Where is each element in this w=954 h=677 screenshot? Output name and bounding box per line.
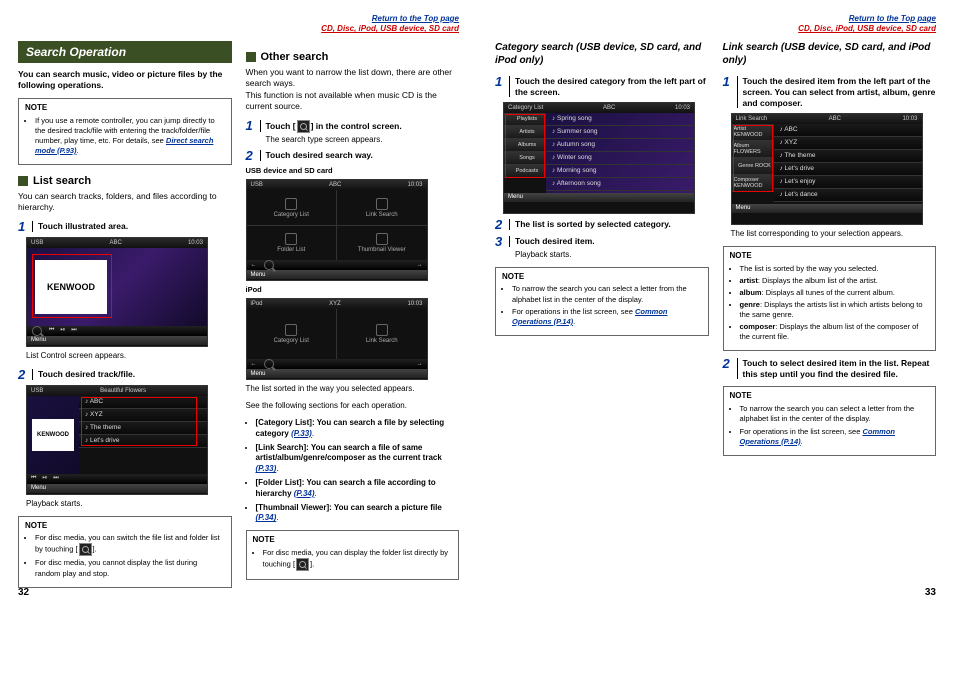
step-2: 2 The list is sorted by selected categor… (495, 218, 709, 231)
list-item: ♪ Winter song (546, 152, 694, 165)
note-item: To narrow the search you can select a le… (740, 404, 930, 424)
grid-cell: Thumbnail Viewer (337, 226, 427, 261)
page-32: Return to the Top page CD, Disc, iPod, U… (0, 0, 477, 604)
col-3: Category search (USB device, SD card, an… (495, 41, 709, 462)
caption: The list sorted in the way you selected … (246, 384, 460, 395)
step-1: 1 Touch the desired category from the le… (495, 75, 709, 98)
grid-cell: Link Search (337, 190, 427, 225)
return-link[interactable]: Return to the Top page (849, 14, 936, 23)
page-spread: Return to the Top page CD, Disc, iPod, U… (0, 0, 954, 604)
list-item: ♪ Let's enjoy (774, 176, 922, 189)
square-icon (18, 176, 28, 186)
note-item: If you use a remote controller, you can … (35, 116, 225, 157)
breadcrumb-link[interactable]: CD, Disc, iPod, USB device, SD card (321, 24, 459, 33)
note-box: NOTE If you use a remote controller, you… (18, 98, 232, 165)
screenshot-category: Category ListABC10:03 Playlists Artists … (503, 102, 695, 214)
caption: Playback starts. (26, 499, 232, 510)
list-search-heading: List search (18, 175, 232, 187)
section-title: Search Operation (18, 41, 232, 63)
page-header-left: Return to the Top page CD, Disc, iPod, U… (18, 14, 459, 35)
screenshot-list-1: USBABC10:03 KENWOOD ⏮⏯⏭ Menu (26, 237, 208, 347)
breadcrumb-link[interactable]: CD, Disc, iPod, USB device, SD card (798, 24, 936, 33)
list-item: ♪ Autumn song (546, 139, 694, 152)
step-2: 2 Touch desired track/file. (18, 368, 232, 381)
note-box: NOTE The list is sorted by the way you s… (723, 246, 937, 352)
screenshot-usb: USBABC10:03 Category List Link Search Fo… (246, 179, 428, 281)
page-link[interactable]: (P.33) (256, 464, 277, 473)
caption: See the following sections for each oper… (246, 401, 460, 412)
step-3: 3 Touch desired item. (495, 235, 709, 248)
page-33: Return to the Top page CD, Disc, iPod, U… (477, 0, 954, 604)
note-item: artist: Displays the album list of the a… (740, 276, 930, 286)
col-4: Link search (USB device, SD card, and iP… (723, 41, 937, 462)
step-sub: The search type screen appears. (266, 135, 460, 146)
page-link[interactable]: (P.34) (256, 513, 277, 522)
link-search-heading: Link search (USB device, SD card, and iP… (723, 41, 937, 67)
note-item: album: Displays all tunes of the current… (740, 288, 930, 298)
step-sub: Playback starts. (515, 250, 709, 261)
caption: The list corresponding to your selection… (731, 229, 937, 240)
list-search-desc: You can search tracks, folders, and file… (18, 191, 232, 214)
note-item: composer: Displays the album list of the… (740, 322, 930, 342)
search-icon (297, 120, 310, 133)
step-2: 2 Touch to select desired item in the li… (723, 357, 937, 380)
list-item: ♪ Morning song (546, 165, 694, 178)
category-search-heading: Category search (USB device, SD card, an… (495, 41, 709, 67)
menu-bar: Menu (27, 336, 207, 345)
note-item: The list is sorted by the way you select… (740, 264, 930, 274)
screenshot-link: Link SearchABC10:03 Artist KENWOOD Album… (731, 113, 923, 225)
ipod-label: iPod (246, 285, 460, 294)
list-item: ♪ Let's dance (774, 189, 922, 202)
page-link[interactable]: (P.34) (294, 489, 315, 498)
screenshot-list-2: USBBeautiful Flowers KENWOOD ♪ ABC ♪ XYZ… (26, 385, 208, 495)
list-item: ♪ ABC (774, 124, 922, 137)
caption: List Control screen appears. (26, 351, 232, 362)
note-box: NOTE To narrow the search you can select… (723, 386, 937, 455)
note-item: For operations in the list screen, see C… (740, 427, 930, 447)
page-number: 33 (925, 587, 936, 598)
col-1: Search Operation You can search music, v… (18, 41, 232, 594)
usb-label: USB device and SD card (246, 166, 460, 175)
page-header-right: Return to the Top page CD, Disc, iPod, U… (495, 14, 936, 35)
note-item: For operations in the list screen, see C… (512, 307, 702, 327)
note-item: genre: Displays the artists list in whic… (740, 300, 930, 320)
grid-cell: Link Search (337, 309, 427, 359)
search-icon (296, 558, 309, 571)
intro-text: You can search music, video or picture f… (18, 69, 232, 92)
other-desc: When you want to narrow the list down, t… (246, 67, 460, 113)
note-item: For disc media, you can display the fold… (263, 548, 453, 571)
list-item: ♪ Afternoon song (546, 178, 694, 191)
col-2: Other search When you want to narrow the… (246, 41, 460, 594)
note-box: NOTE For disc media, you can switch the … (18, 516, 232, 588)
grid-cell: Folder List (247, 226, 337, 261)
grid-cell: Category List (247, 309, 337, 359)
page-number: 32 (18, 587, 29, 598)
note-item: For disc media, you can switch the file … (35, 533, 225, 556)
list-item: ♪ Summer song (546, 126, 694, 139)
step-2: 2 Touch desired search way. (246, 149, 460, 162)
search-icon (79, 543, 92, 556)
square-icon (246, 52, 256, 62)
grid-cell: Category List (247, 190, 337, 225)
other-search-heading: Other search (246, 51, 460, 63)
page-link[interactable]: (P.33) (291, 429, 312, 438)
list-item: ♪ Let's drive (774, 163, 922, 176)
note-item: To narrow the search you can select a le… (512, 284, 702, 304)
note-box: NOTE For disc media, you can display the… (246, 530, 460, 580)
screenshot-ipod: iPodXYZ10:03 Category List Link Search ←… (246, 298, 428, 380)
bullet-list: [Category List]: You can search a file b… (246, 418, 460, 524)
list-item: ♪ Spring song (546, 113, 694, 126)
note-title: NOTE (25, 103, 225, 114)
list-item: ♪ XYZ (774, 137, 922, 150)
step-1: 1 Touch the desired item from the left p… (723, 75, 937, 109)
step-1: 1 Touch illustrated area. (18, 220, 232, 233)
list-item: ♪ The theme (774, 150, 922, 163)
step-1: 1 Touch [] in the control screen. (246, 119, 460, 133)
return-link[interactable]: Return to the Top page (372, 14, 459, 23)
search-icon (32, 326, 42, 336)
note-item: For disc media, you cannot display the l… (35, 558, 225, 578)
note-box: NOTE To narrow the search you can select… (495, 267, 709, 336)
